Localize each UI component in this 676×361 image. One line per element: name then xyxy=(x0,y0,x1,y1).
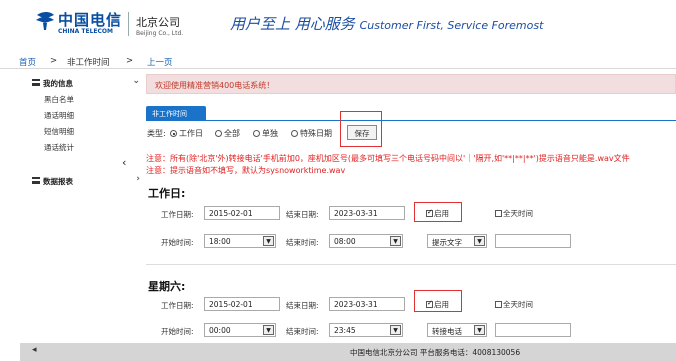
sidebar-group-label: 数据报表 xyxy=(43,177,73,186)
chevron-down-icon: ⌄ xyxy=(132,76,140,86)
header: 中国电信 CHINA TELECOM 北京公司 Beijing Co., Ltd… xyxy=(0,0,676,50)
checkbox-checked xyxy=(426,299,433,308)
warning-line-1: 注意：所有(除'北京'外)转接电话'手机前加0，座机加区号(最多可填写三个电话号… xyxy=(146,154,630,163)
type-label: 类型: xyxy=(147,129,166,138)
section-divider xyxy=(146,264,676,265)
radio-dot xyxy=(291,130,298,137)
radio-special-date[interactable]: 特殊日期 xyxy=(291,128,332,139)
chevron-down-icon: ▼ xyxy=(390,236,401,246)
breadcrumb-prev-link[interactable]: 上一页 xyxy=(147,56,173,68)
sidebar-group-my-info[interactable]: 我的信息 ⌄ xyxy=(30,76,142,90)
sidebar-group-reports[interactable]: 数据报表 › xyxy=(30,174,142,188)
mode-select[interactable]: 提示文字 ▼ xyxy=(427,234,487,248)
breadcrumb-separator: > xyxy=(126,56,134,66)
list-icon xyxy=(32,177,40,184)
logo-text-en: CHINA TELECOM xyxy=(58,28,113,35)
checkbox-checked xyxy=(426,208,433,217)
chevron-down-icon: ▼ xyxy=(263,325,274,335)
allday-checkbox[interactable]: 全天时间 xyxy=(495,208,533,219)
slogan-en: Customer First, Service Foremost xyxy=(359,19,544,32)
start-time-label: 开始时间: xyxy=(161,238,194,247)
logo-divider xyxy=(128,12,129,36)
logo-text-cn: 中国电信 xyxy=(58,11,123,29)
end-time-select[interactable]: 23:45 ▼ xyxy=(329,323,403,337)
end-date-input[interactable]: 2023-03-31 xyxy=(329,297,405,311)
mode-select[interactable]: 转接电话 ▼ xyxy=(427,323,487,337)
enable-checkbox[interactable]: 启用 xyxy=(426,208,449,219)
footer: ◂ 中国电信北京分公司 平台服务电话：4008130056 xyxy=(20,343,676,361)
checkbox xyxy=(495,210,502,217)
radio-single[interactable]: 单独 xyxy=(253,128,278,139)
start-time-select[interactable]: 18:00 ▼ xyxy=(204,234,276,248)
tab-underline xyxy=(146,120,676,121)
sidebar-item-call-details[interactable]: 通话明细 xyxy=(44,110,74,121)
start-time-label: 开始时间: xyxy=(161,327,194,336)
branch-name-en: Beijing Co., Ltd. xyxy=(136,30,184,37)
welcome-notice: 欢迎使用精准营销400电话系统！ xyxy=(146,74,676,94)
enable-checkbox[interactable]: 启用 xyxy=(426,299,449,310)
chevron-down-icon: ▼ xyxy=(390,325,401,335)
chevron-down-icon: ▼ xyxy=(263,236,274,246)
work-date-input[interactable]: 2015-02-01 xyxy=(204,206,280,220)
radio-dot xyxy=(253,130,260,137)
sidebar-group-label: 我的信息 xyxy=(43,79,73,88)
footer-text: 中国电信北京分公司 平台服务电话：4008130056 xyxy=(350,348,521,357)
section-title-workday: 工作日: xyxy=(148,187,186,200)
save-button[interactable]: 保存 xyxy=(347,125,377,140)
end-date-label: 结束日期: xyxy=(286,210,319,219)
breadcrumb: 首页 > 非工作时间 > 上一页 xyxy=(0,50,676,70)
chevron-down-icon: ▼ xyxy=(474,236,485,246)
allday-checkbox[interactable]: 全天时间 xyxy=(495,299,533,310)
chevron-right-icon: › xyxy=(136,174,140,184)
sidebar-item-blacklist[interactable]: 黑白名单 xyxy=(44,94,74,105)
radio-workday[interactable]: 工作日 xyxy=(170,128,203,139)
end-time-select[interactable]: 08:00 ▼ xyxy=(329,234,403,248)
sidebar-item-call-stats[interactable]: 通话统计 xyxy=(44,142,74,153)
end-date-input[interactable]: 2023-03-31 xyxy=(329,206,405,220)
sidebar-collapse-icon[interactable]: ‹ xyxy=(122,156,126,169)
breadcrumb-current: 非工作时间 xyxy=(67,58,110,68)
slogan-cn: 用户至上 用心服务 xyxy=(230,15,355,33)
branch-name: 北京公司 xyxy=(136,16,180,29)
main-content: 欢迎使用精准营销400电话系统！ 非工作时间 类型: 工作日 全部 单独 特殊日… xyxy=(146,74,676,361)
sidebar: 我的信息 ⌄ 黑白名单 通话明细 短信明细 通话统计 ‹ 数据报表 › xyxy=(30,74,142,194)
end-date-label: 结束日期: xyxy=(286,301,319,310)
extra-input[interactable] xyxy=(495,234,571,248)
radio-all[interactable]: 全部 xyxy=(215,128,240,139)
breadcrumb-home-link[interactable]: 首页 xyxy=(19,56,36,68)
work-date-label: 工作日期: xyxy=(161,210,194,219)
section-title-saturday: 星期六: xyxy=(148,280,186,293)
extra-input[interactable] xyxy=(495,323,571,337)
radio-dot xyxy=(215,130,222,137)
breadcrumb-divider xyxy=(0,68,676,69)
work-date-label: 工作日期: xyxy=(161,301,194,310)
sidebar-item-sms-details[interactable]: 短信明细 xyxy=(44,126,74,137)
end-time-label: 结束时间: xyxy=(286,238,319,247)
china-telecom-logo-icon xyxy=(36,12,54,30)
radio-dot-selected xyxy=(170,130,177,137)
breadcrumb-separator: > xyxy=(50,56,58,66)
end-time-label: 结束时间: xyxy=(286,327,319,336)
list-icon xyxy=(32,79,40,86)
checkbox xyxy=(495,301,502,308)
chevron-down-icon: ▼ xyxy=(474,325,485,335)
tab-non-working-time[interactable]: 非工作时间 xyxy=(146,106,206,120)
warning-line-2: 注意：提示语音如不填写，默认为sysnoworktime.wav xyxy=(146,166,346,175)
slogan: 用户至上 用心服务 Customer First, Service Foremo… xyxy=(230,13,543,34)
scroll-left-icon[interactable]: ◂ xyxy=(32,345,37,355)
start-time-select[interactable]: 00:00 ▼ xyxy=(204,323,276,337)
work-date-input[interactable]: 2015-02-01 xyxy=(204,297,280,311)
